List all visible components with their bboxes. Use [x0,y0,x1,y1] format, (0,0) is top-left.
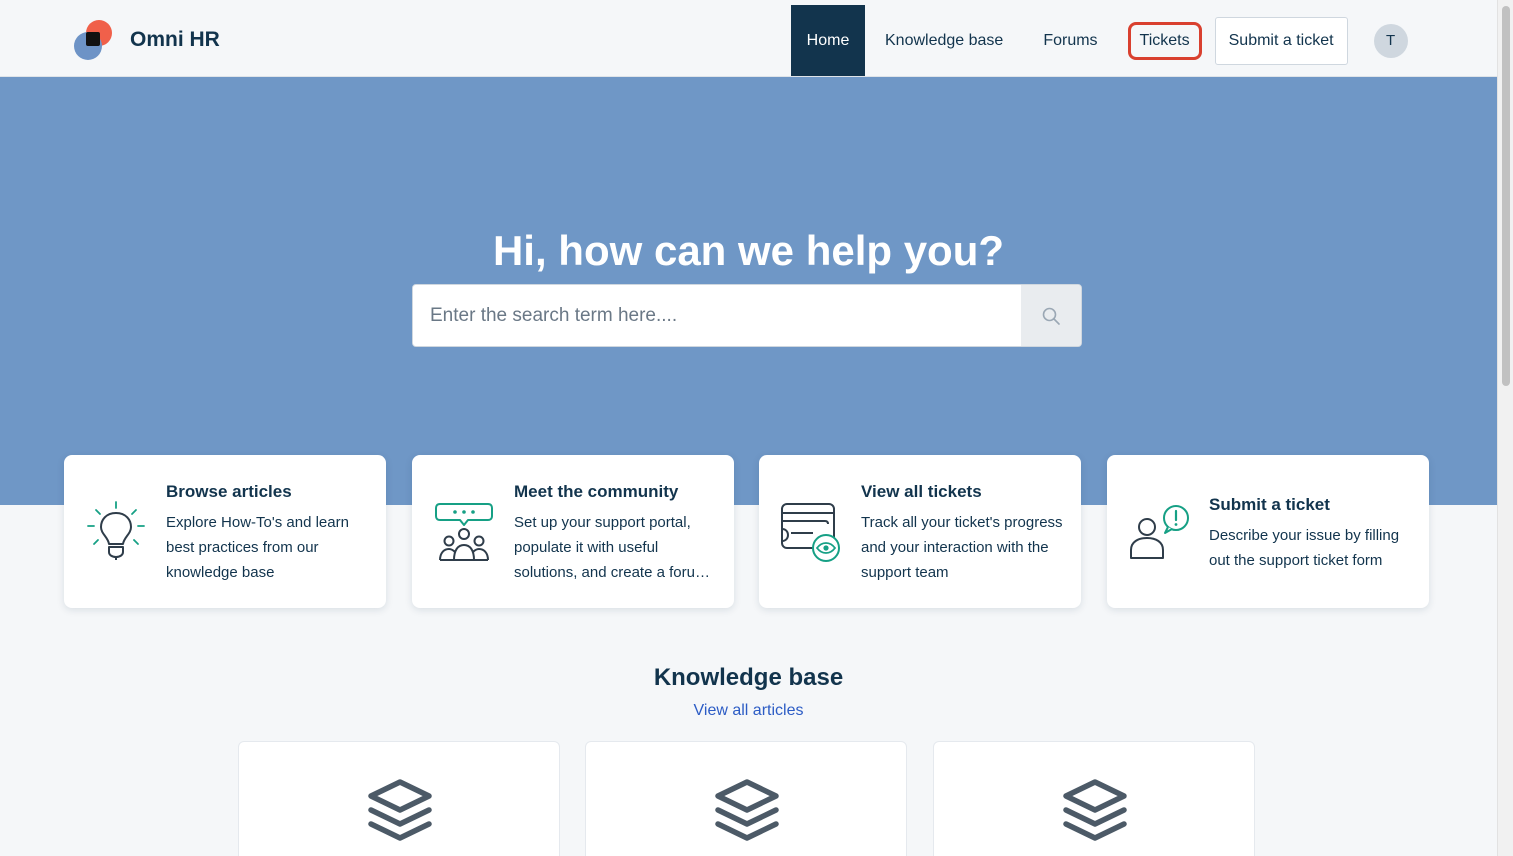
kb-category-card[interactable] [238,741,560,856]
logo-icon [72,20,116,60]
kb-category-card[interactable] [933,741,1255,856]
kb-category-card[interactable] [585,741,907,856]
search-bar [412,284,1082,347]
avatar[interactable]: T [1373,23,1408,58]
nav-home[interactable]: Home [791,5,865,76]
card-title: Browse articles [166,482,292,501]
person-alert-icon [1130,505,1189,559]
card-description: Explore How-To's and learn best practice… [166,514,349,581]
card-title: Submit a ticket [1209,495,1330,514]
layers-icon [715,779,779,841]
hero-title: Hi, how can we help you? [492,227,1005,274]
page-scrollbar[interactable] [1497,0,1513,856]
brand-name: Omni HR [130,28,220,51]
card-title: Meet the community [514,482,679,501]
view-all-articles-link[interactable]: View all articles [0,702,1497,720]
search-icon [1042,307,1060,325]
nav-tickets[interactable]: Tickets [1127,21,1202,60]
card-submit-ticket[interactable]: Submit a ticket Describe your issue by f… [1107,455,1429,608]
top-header: Omni HR Home Knowledge base Forums Ticke… [0,0,1497,77]
nav-knowledge-base[interactable]: Knowledge base [865,5,1023,76]
hero-banner: Hi, how can we help you? [0,77,1497,505]
card-description: Track all your ticket's progress and you… [861,514,1063,581]
card-view-tickets[interactable]: View all tickets Track all your ticket's… [759,455,1081,608]
card-description: Describe your issue by filling out the s… [1209,527,1400,569]
main-nav: Home Knowledge base Forums Tickets Submi… [791,5,1408,76]
submit-ticket-button[interactable]: Submit a ticket [1214,16,1348,65]
card-description: Set up your support portal, populate it … [514,514,708,581]
card-meet-community[interactable]: Meet the community Set up your support p… [412,455,734,608]
nav-forums[interactable]: Forums [1023,5,1117,76]
scrollbar-thumb[interactable] [1502,6,1510,386]
layers-icon [1063,779,1127,841]
card-title: View all tickets [861,482,982,501]
knowledge-base-title: Knowledge base [653,664,844,691]
lightbulb-icon [87,501,145,560]
community-icon [435,503,493,561]
search-input[interactable] [413,285,1021,346]
tickets-view-icon [781,503,840,562]
brand[interactable]: Omni HR [72,20,220,60]
card-browse-articles[interactable]: Browse articles Explore How-To's and lea… [64,455,386,608]
search-button[interactable] [1021,285,1081,346]
layers-icon [368,779,432,841]
